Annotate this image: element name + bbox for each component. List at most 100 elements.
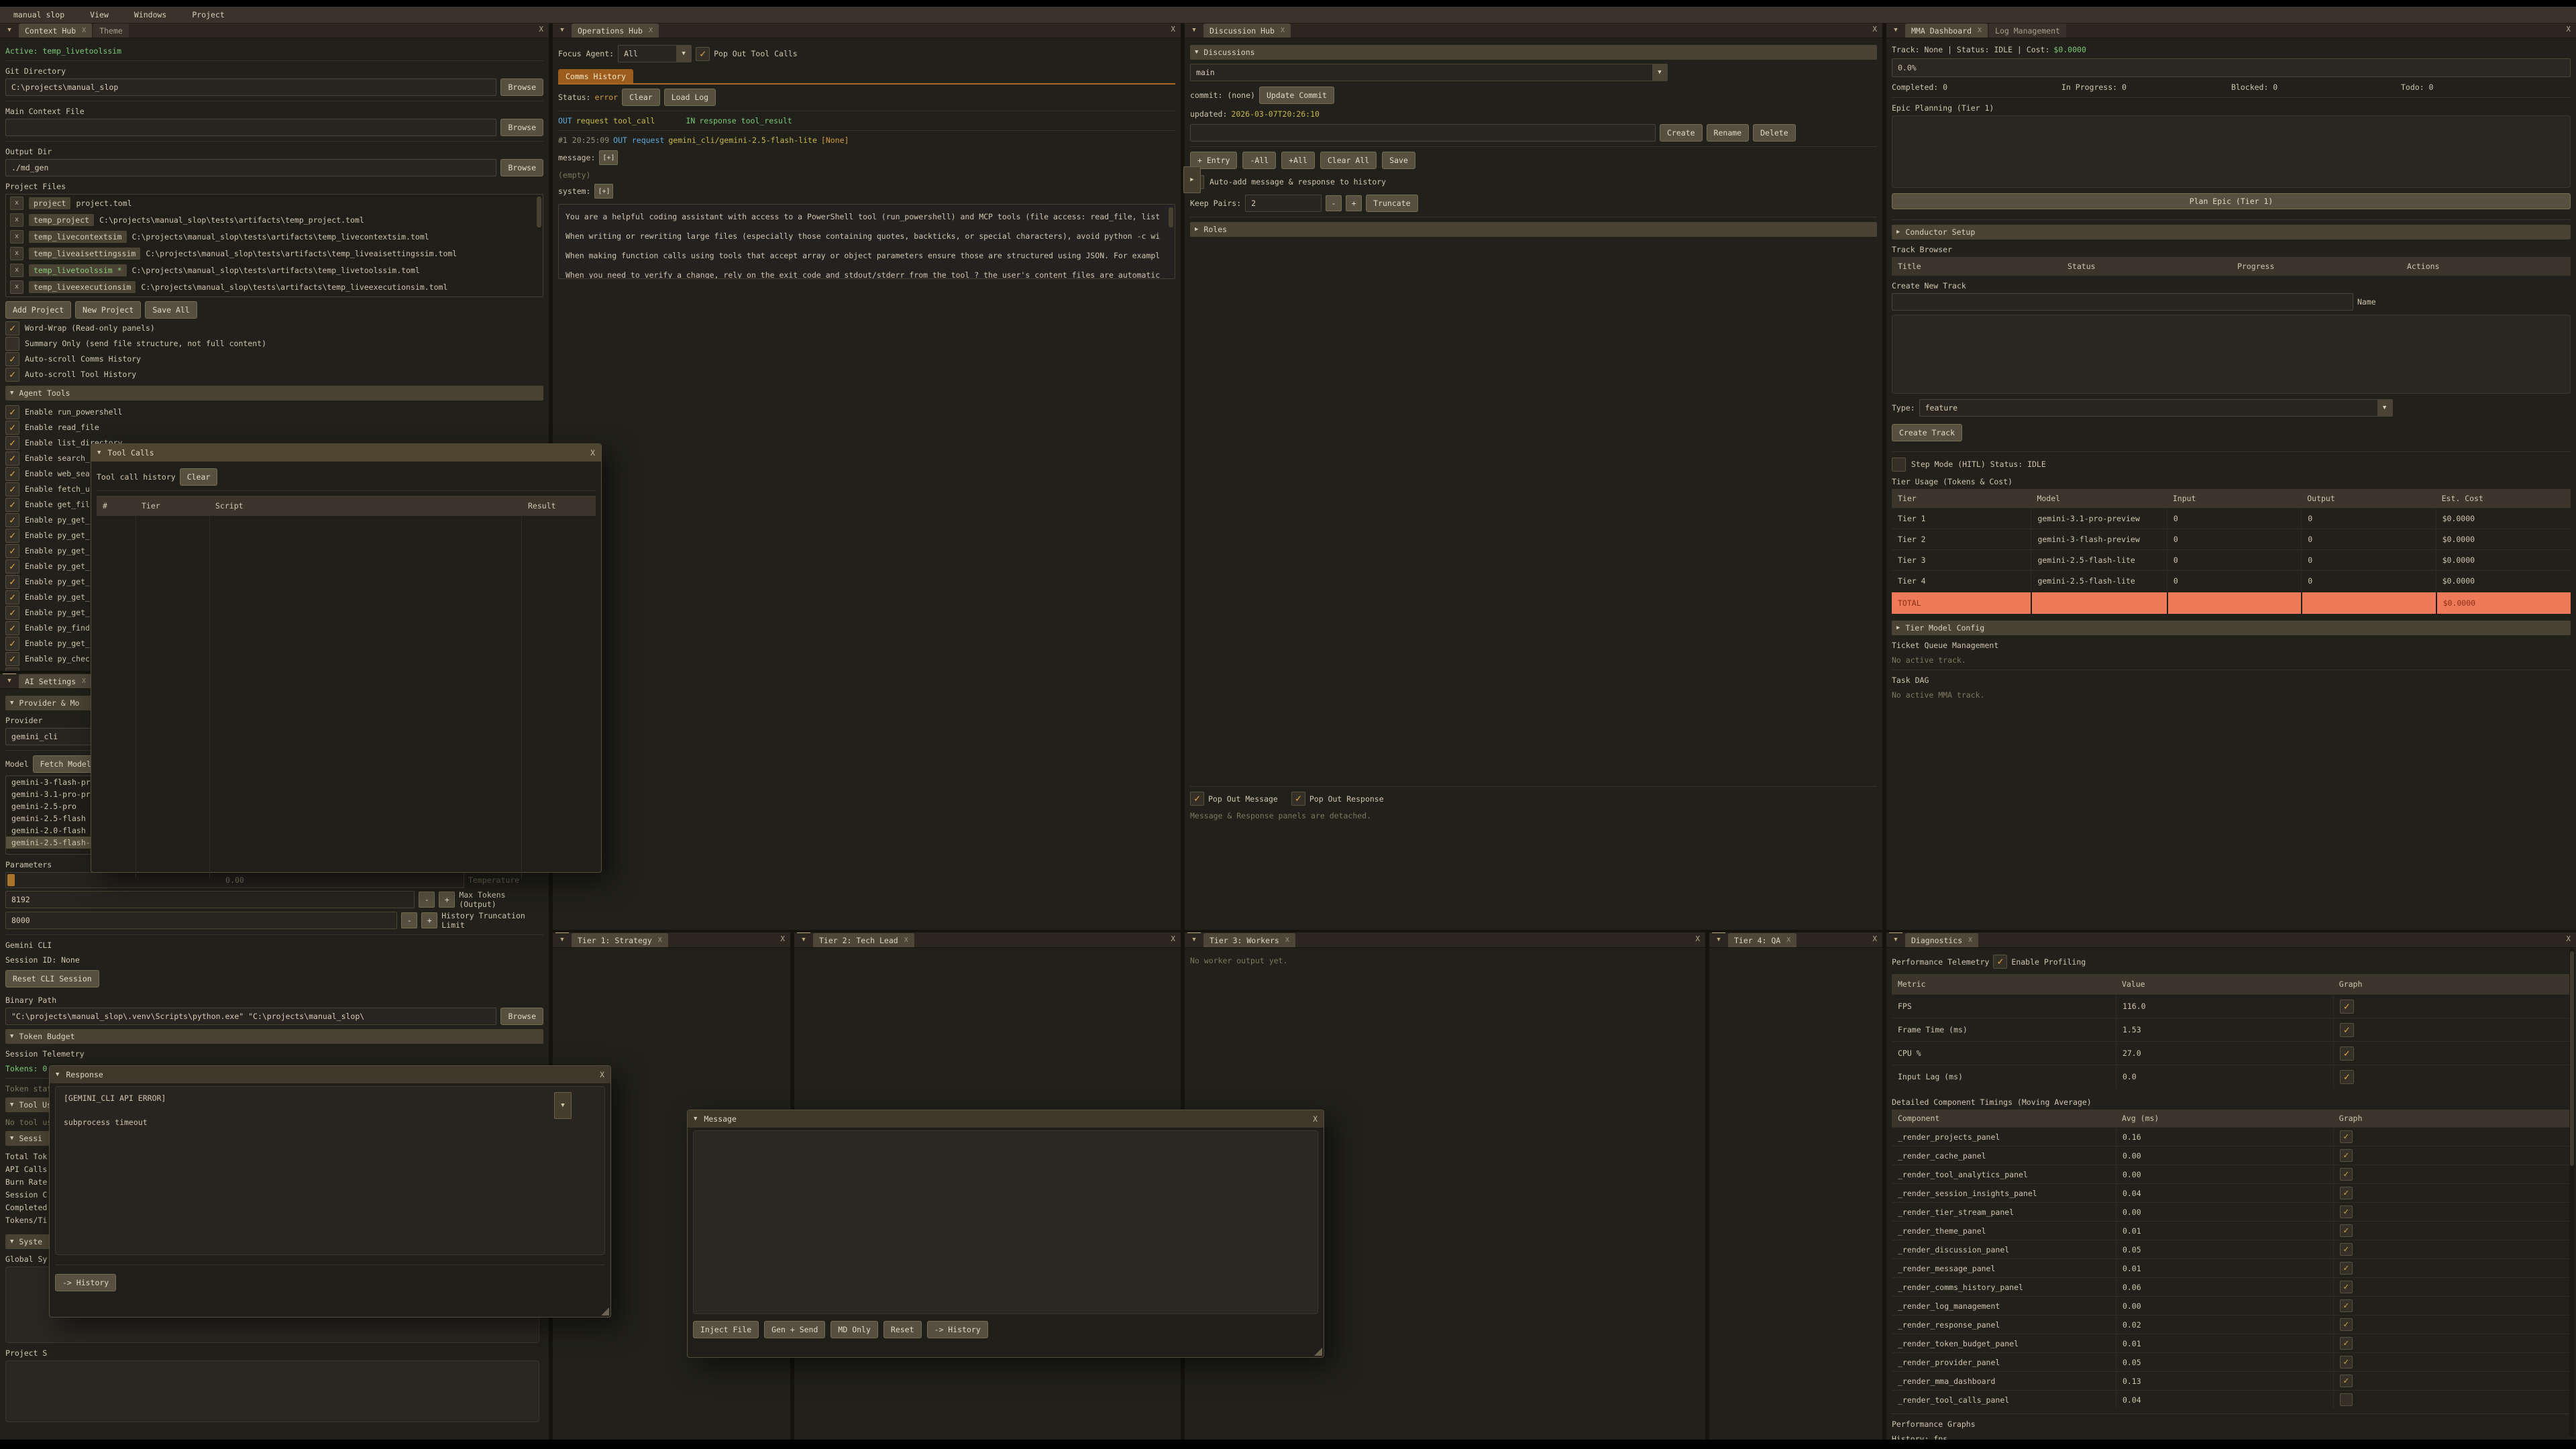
minus-button[interactable]: - [401,912,417,928]
tab-tier2[interactable]: Tier 2: Tech LeadX [813,933,914,947]
tab-mma-dashboard[interactable]: MMA DashboardX [1905,23,1988,38]
graph-checkbox[interactable]: ✓ [2340,1000,2354,1014]
close-icon[interactable]: X [590,448,595,458]
main-context-browse-button[interactable]: Browse [500,119,543,136]
tab-list-icon[interactable]: ▼ [1889,23,1902,37]
response-titlebar[interactable]: ▼ Response X [50,1066,610,1083]
close-icon[interactable]: X [658,936,662,944]
panel-close-icon[interactable]: X [1695,934,1700,943]
discussion-name-input[interactable] [1190,124,1656,142]
history-action-button[interactable]: +All [1281,152,1315,169]
minus-button[interactable]: - [419,892,435,908]
close-icon[interactable]: X [1978,27,1982,34]
project-file-tag[interactable]: temp_livecontextsim [29,231,127,243]
resize-grip[interactable] [601,1307,609,1316]
checkbox[interactable]: ✓ [5,637,19,651]
checkbox[interactable]: ✓ [5,559,19,574]
toggle-row[interactable]: ✓ Auto-scroll Tool History [5,367,543,382]
graph-checkbox[interactable]: ✓ [2340,1299,2353,1312]
response-to-history-button[interactable]: -> History [55,1274,116,1291]
comms-entry-header[interactable]: #1 20:25:09 OUT request gemini_cli/gemin… [558,136,1175,145]
git-dir-browse-button[interactable]: Browse [500,78,543,96]
menu-item[interactable]: Windows [134,10,166,19]
checkbox[interactable]: ✓ [5,621,19,635]
checkbox[interactable]: ✓ [5,529,19,543]
chevron-down-icon[interactable]: ▼ [694,1116,697,1122]
discussion-combo[interactable]: main▼ [1190,64,1668,81]
tab-operations-hub[interactable]: Operations HubX [572,23,659,38]
toggle-row[interactable]: ✓ Word-Wrap (Read-only panels) [5,321,543,335]
graph-checkbox[interactable]: ✓ [2340,1262,2353,1275]
checkbox[interactable]: ✓ [5,544,19,558]
tab-discussion-hub[interactable]: Discussion HubX [1203,23,1291,38]
create-discussion-button[interactable]: Create [1660,124,1703,142]
project-action-button[interactable]: Save All [145,301,197,319]
remove-file-button[interactable]: x [10,247,23,260]
plus-button[interactable]: + [1346,195,1362,211]
chevron-down-icon[interactable]: ▼ [97,449,101,456]
panel-close-icon[interactable]: X [1171,934,1175,943]
close-icon[interactable]: X [82,678,86,685]
roles-header[interactable]: ▶ Roles [1190,222,1877,237]
graph-checkbox[interactable]: ✓ [2340,1149,2353,1162]
message-action-button[interactable]: Inject File [693,1321,759,1338]
plus-button[interactable]: + [421,912,437,928]
tab-list-icon[interactable]: ▼ [3,23,16,37]
checkbox[interactable]: ✓ [5,451,19,466]
graph-checkbox[interactable]: ✓ [2340,1318,2353,1331]
project-file-tag[interactable]: temp_liveaisettingssim [29,248,140,260]
agent-tool-row[interactable]: ✓ Enable read_file [5,420,543,435]
graph-checkbox[interactable]: ✓ [2340,1130,2353,1143]
track-type-combo[interactable]: feature▼ [1919,399,2393,417]
close-icon[interactable]: X [904,936,908,944]
expand-system-button[interactable]: [+] [594,184,613,199]
graph-checkbox[interactable]: ✓ [2340,1337,2353,1350]
chevron-down-icon[interactable]: ▼ [56,1071,59,1078]
tab-ai-settings[interactable]: AI SettingsX [19,674,92,688]
response-text-area[interactable]: [GEMINI_CLI API ERROR] subprocess timeou… [55,1086,605,1255]
menu-item[interactable]: Project [192,10,224,19]
message-action-button[interactable]: MD Only [830,1321,877,1338]
plan-epic-button[interactable]: Plan Epic (Tier 1) [1892,193,2571,209]
project-file-tag[interactable]: temp_project [29,214,94,226]
close-icon[interactable]: X [1285,936,1289,944]
panel-close-icon[interactable]: X [1872,934,1877,943]
graph-checkbox[interactable]: ✓ [2340,1281,2353,1293]
tab-list-icon[interactable]: ▼ [555,932,569,947]
git-dir-input[interactable]: C:\projects\manual_slop [5,78,496,96]
tab-tier4[interactable]: Tier 4: QAX [1728,933,1796,947]
minus-button[interactable]: - [1326,195,1342,211]
close-icon[interactable]: X [1313,1114,1318,1124]
clear-log-button[interactable]: Clear [622,89,660,106]
checkbox[interactable]: ✓ [5,652,19,666]
graph-checkbox[interactable]: ✓ [2340,1224,2353,1237]
menu-item[interactable]: View [90,10,109,19]
resize-grip[interactable] [1314,1348,1322,1356]
plus-button[interactable]: + [439,892,455,908]
checkbox[interactable]: ✓ [5,498,19,512]
rename-discussion-button[interactable]: Rename [1707,124,1750,142]
close-icon[interactable]: X [82,27,86,34]
delete-discussion-button[interactable]: Delete [1753,124,1796,142]
project-action-button[interactable]: Add Project [5,301,71,319]
keep-pairs-input[interactable]: 2 [1245,195,1322,212]
panel-close-icon[interactable]: X [2566,934,2571,943]
output-dir-input[interactable]: ./md_gen [5,159,496,176]
main-context-input[interactable] [5,119,496,136]
remove-file-button[interactable]: x [10,297,23,298]
message-text-area[interactable] [693,1130,1318,1314]
remove-file-button[interactable]: x [10,213,23,227]
checkbox[interactable]: ✓ [5,513,19,527]
checkbox[interactable]: ✓ [5,337,19,351]
agent-tools-header[interactable]: ▼ Agent Tools [5,386,543,400]
history-truncation-input[interactable]: 8000 [5,912,397,929]
tab-context-hub[interactable]: Context HubX [19,23,92,38]
message-titlebar[interactable]: ▼ Message X [688,1110,1324,1128]
diagnostics-scrollbar[interactable] [2569,949,2575,1437]
graph-checkbox[interactable]: ✓ [2340,1243,2353,1256]
tab-list-icon[interactable]: ▼ [555,23,569,37]
popout-toolcalls-checkbox[interactable]: ✓ [696,47,710,61]
project-system-input[interactable] [5,1360,539,1422]
close-icon[interactable]: X [649,27,653,34]
close-icon[interactable]: X [600,1070,604,1079]
